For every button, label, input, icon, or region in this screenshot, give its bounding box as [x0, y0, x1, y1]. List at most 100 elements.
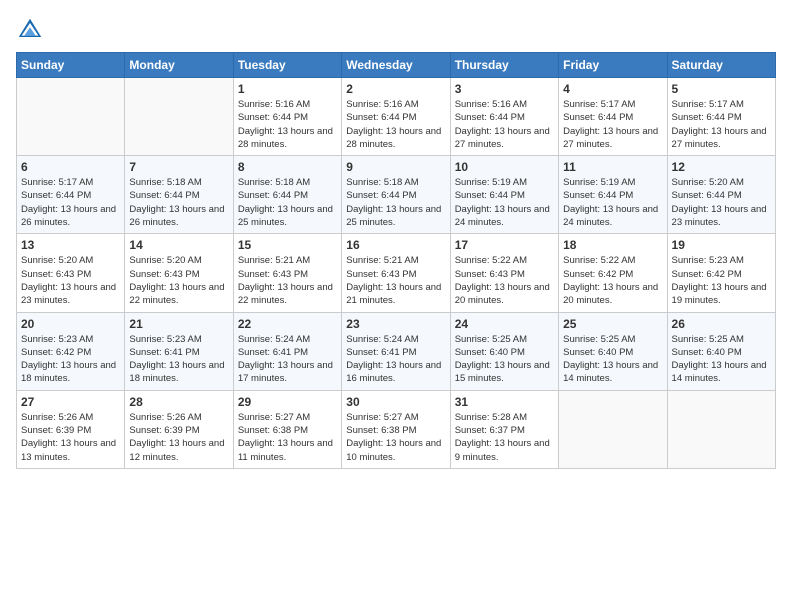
day-info: Sunrise: 5:16 AM Sunset: 6:44 PM Dayligh… — [346, 98, 445, 151]
calendar-cell: 7 Sunrise: 5:18 AM Sunset: 6:44 PM Daylig… — [125, 156, 233, 234]
calendar-cell: 4 Sunrise: 5:17 AM Sunset: 6:44 PM Daylig… — [559, 78, 667, 156]
day-info: Sunrise: 5:22 AM Sunset: 6:42 PM Dayligh… — [563, 254, 662, 307]
day-number: 3 — [455, 82, 554, 96]
day-number: 9 — [346, 160, 445, 174]
day-number: 18 — [563, 238, 662, 252]
day-info: Sunrise: 5:23 AM Sunset: 6:42 PM Dayligh… — [21, 333, 120, 386]
day-number: 15 — [238, 238, 337, 252]
day-info: Sunrise: 5:20 AM Sunset: 6:43 PM Dayligh… — [129, 254, 228, 307]
calendar-cell: 2 Sunrise: 5:16 AM Sunset: 6:44 PM Daylig… — [342, 78, 450, 156]
logo — [16, 16, 48, 44]
calendar-cell: 11 Sunrise: 5:19 AM Sunset: 6:44 PM Dayli… — [559, 156, 667, 234]
day-info: Sunrise: 5:20 AM Sunset: 6:44 PM Dayligh… — [672, 176, 771, 229]
day-info: Sunrise: 5:23 AM Sunset: 6:42 PM Dayligh… — [672, 254, 771, 307]
day-info: Sunrise: 5:16 AM Sunset: 6:44 PM Dayligh… — [238, 98, 337, 151]
day-number: 4 — [563, 82, 662, 96]
day-number: 23 — [346, 317, 445, 331]
calendar-cell — [17, 78, 125, 156]
calendar-cell: 14 Sunrise: 5:20 AM Sunset: 6:43 PM Dayli… — [125, 234, 233, 312]
day-info: Sunrise: 5:24 AM Sunset: 6:41 PM Dayligh… — [346, 333, 445, 386]
day-number: 12 — [672, 160, 771, 174]
calendar-cell: 19 Sunrise: 5:23 AM Sunset: 6:42 PM Dayli… — [667, 234, 775, 312]
calendar-cell: 22Sunrise: 5:24 AM Sunset: 6:41 PM Dayli… — [233, 312, 341, 390]
day-number: 13 — [21, 238, 120, 252]
day-number: 22 — [238, 317, 337, 331]
calendar-cell: 5Sunrise: 5:17 AM Sunset: 6:44 PM Daylig… — [667, 78, 775, 156]
calendar-week-row: 1 Sunrise: 5:16 AM Sunset: 6:44 PM Daylig… — [17, 78, 776, 156]
day-info: Sunrise: 5:18 AM Sunset: 6:44 PM Dayligh… — [129, 176, 228, 229]
day-info: Sunrise: 5:27 AM Sunset: 6:38 PM Dayligh… — [238, 411, 337, 464]
day-info: Sunrise: 5:19 AM Sunset: 6:44 PM Dayligh… — [563, 176, 662, 229]
day-number: 2 — [346, 82, 445, 96]
calendar-cell: 18 Sunrise: 5:22 AM Sunset: 6:42 PM Dayli… — [559, 234, 667, 312]
column-header-sunday: Sunday — [17, 53, 125, 78]
day-number: 25 — [563, 317, 662, 331]
day-number: 29 — [238, 395, 337, 409]
day-info: Sunrise: 5:18 AM Sunset: 6:44 PM Dayligh… — [238, 176, 337, 229]
calendar-cell: 30 Sunrise: 5:27 AM Sunset: 6:38 PM Dayli… — [342, 390, 450, 468]
day-info: Sunrise: 5:27 AM Sunset: 6:38 PM Dayligh… — [346, 411, 445, 464]
day-info: Sunrise: 5:28 AM Sunset: 6:37 PM Dayligh… — [455, 411, 554, 464]
day-number: 17 — [455, 238, 554, 252]
calendar-cell: 27 Sunrise: 5:26 AM Sunset: 6:39 PM Dayli… — [17, 390, 125, 468]
calendar-cell: 8 Sunrise: 5:18 AM Sunset: 6:44 PM Daylig… — [233, 156, 341, 234]
column-header-saturday: Saturday — [667, 53, 775, 78]
day-info: Sunrise: 5:23 AM Sunset: 6:41 PM Dayligh… — [129, 333, 228, 386]
day-number: 30 — [346, 395, 445, 409]
day-info: Sunrise: 5:26 AM Sunset: 6:39 PM Dayligh… — [129, 411, 228, 464]
day-number: 7 — [129, 160, 228, 174]
day-number: 19 — [672, 238, 771, 252]
calendar-cell: 20 Sunrise: 5:23 AM Sunset: 6:42 PM Dayli… — [17, 312, 125, 390]
day-info: Sunrise: 5:17 AM Sunset: 6:44 PM Dayligh… — [563, 98, 662, 151]
day-number: 1 — [238, 82, 337, 96]
calendar-cell: 15 Sunrise: 5:21 AM Sunset: 6:43 PM Dayli… — [233, 234, 341, 312]
day-info: Sunrise: 5:26 AM Sunset: 6:39 PM Dayligh… — [21, 411, 120, 464]
day-info: Sunrise: 5:16 AM Sunset: 6:44 PM Dayligh… — [455, 98, 554, 151]
page-header — [16, 16, 776, 44]
calendar-cell: 10Sunrise: 5:19 AM Sunset: 6:44 PM Dayli… — [450, 156, 558, 234]
day-number: 14 — [129, 238, 228, 252]
day-number: 26 — [672, 317, 771, 331]
column-header-tuesday: Tuesday — [233, 53, 341, 78]
calendar-cell: 23 Sunrise: 5:24 AM Sunset: 6:41 PM Dayli… — [342, 312, 450, 390]
day-info: Sunrise: 5:21 AM Sunset: 6:43 PM Dayligh… — [238, 254, 337, 307]
calendar-cell: 21 Sunrise: 5:23 AM Sunset: 6:41 PM Dayli… — [125, 312, 233, 390]
logo-icon — [16, 16, 44, 44]
calendar-cell — [667, 390, 775, 468]
calendar-cell: 12 Sunrise: 5:20 AM Sunset: 6:44 PM Dayli… — [667, 156, 775, 234]
calendar-cell: 17 Sunrise: 5:22 AM Sunset: 6:43 PM Dayli… — [450, 234, 558, 312]
day-number: 6 — [21, 160, 120, 174]
calendar-cell: 31 Sunrise: 5:28 AM Sunset: 6:37 PM Dayli… — [450, 390, 558, 468]
day-info: Sunrise: 5:20 AM Sunset: 6:43 PM Dayligh… — [21, 254, 120, 307]
calendar-week-row: 6 Sunrise: 5:17 AM Sunset: 6:44 PM Daylig… — [17, 156, 776, 234]
calendar-table: SundayMondayTuesdayWednesdayThursdayFrid… — [16, 52, 776, 469]
calendar-cell: 28Sunrise: 5:26 AM Sunset: 6:39 PM Dayli… — [125, 390, 233, 468]
column-header-thursday: Thursday — [450, 53, 558, 78]
day-number: 27 — [21, 395, 120, 409]
day-number: 31 — [455, 395, 554, 409]
calendar-week-row: 27 Sunrise: 5:26 AM Sunset: 6:39 PM Dayli… — [17, 390, 776, 468]
calendar-cell: 29 Sunrise: 5:27 AM Sunset: 6:38 PM Dayli… — [233, 390, 341, 468]
day-number: 11 — [563, 160, 662, 174]
column-header-wednesday: Wednesday — [342, 53, 450, 78]
calendar-cell: 13 Sunrise: 5:20 AM Sunset: 6:43 PM Dayli… — [17, 234, 125, 312]
calendar-cell: 16Sunrise: 5:21 AM Sunset: 6:43 PM Dayli… — [342, 234, 450, 312]
day-info: Sunrise: 5:21 AM Sunset: 6:43 PM Dayligh… — [346, 254, 445, 307]
day-number: 20 — [21, 317, 120, 331]
calendar-cell: 25Sunrise: 5:25 AM Sunset: 6:40 PM Dayli… — [559, 312, 667, 390]
day-info: Sunrise: 5:17 AM Sunset: 6:44 PM Dayligh… — [672, 98, 771, 151]
day-number: 21 — [129, 317, 228, 331]
day-info: Sunrise: 5:25 AM Sunset: 6:40 PM Dayligh… — [672, 333, 771, 386]
column-header-friday: Friday — [559, 53, 667, 78]
calendar-cell: 3 Sunrise: 5:16 AM Sunset: 6:44 PM Daylig… — [450, 78, 558, 156]
column-header-monday: Monday — [125, 53, 233, 78]
day-number: 24 — [455, 317, 554, 331]
day-number: 10 — [455, 160, 554, 174]
calendar-cell: 24Sunrise: 5:25 AM Sunset: 6:40 PM Dayli… — [450, 312, 558, 390]
day-info: Sunrise: 5:22 AM Sunset: 6:43 PM Dayligh… — [455, 254, 554, 307]
day-info: Sunrise: 5:17 AM Sunset: 6:44 PM Dayligh… — [21, 176, 120, 229]
calendar-week-row: 13 Sunrise: 5:20 AM Sunset: 6:43 PM Dayli… — [17, 234, 776, 312]
day-info: Sunrise: 5:18 AM Sunset: 6:44 PM Dayligh… — [346, 176, 445, 229]
calendar-header-row: SundayMondayTuesdayWednesdayThursdayFrid… — [17, 53, 776, 78]
day-number: 8 — [238, 160, 337, 174]
